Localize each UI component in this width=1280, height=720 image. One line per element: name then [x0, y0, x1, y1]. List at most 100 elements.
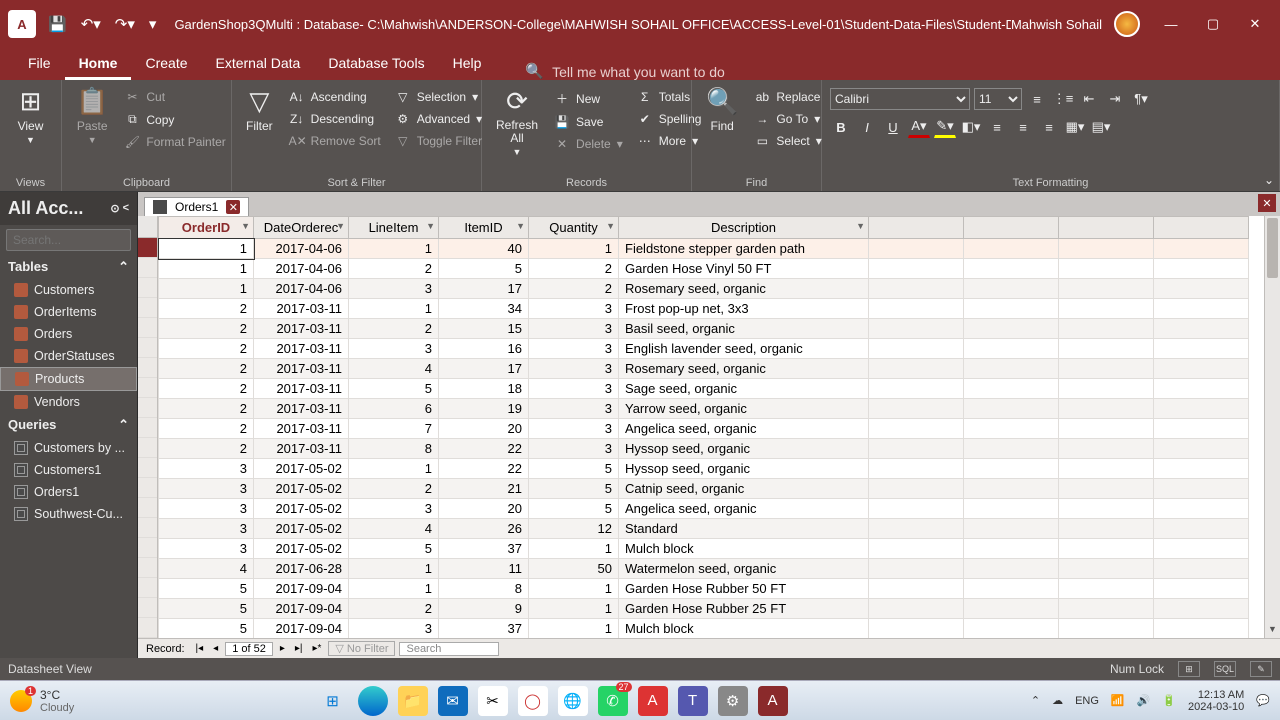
cell[interactable]: 2 — [159, 379, 254, 399]
new-record-button[interactable]: ▸* — [309, 643, 324, 654]
cell[interactable]: 2017-04-06 — [254, 239, 349, 259]
wifi-icon[interactable]: 📶 — [1111, 694, 1125, 707]
cell-blank[interactable] — [964, 559, 1059, 579]
table-row[interactable]: 22017-03-113163English lavender seed, or… — [159, 339, 1249, 359]
row-selector[interactable] — [138, 438, 157, 458]
cell-blank[interactable] — [1154, 539, 1249, 559]
undo-icon[interactable]: ↶▾ — [81, 15, 101, 33]
record-position[interactable]: 1 of 52 — [225, 642, 273, 656]
column-blank[interactable] — [964, 217, 1059, 239]
copy-button[interactable]: ⧉Copy — [120, 110, 229, 129]
query-customers-by-[interactable]: Customers by ... — [0, 437, 137, 459]
cell[interactable]: 50 — [529, 559, 619, 579]
table-row[interactable]: 12017-04-061401Fieldstone stepper garden… — [159, 239, 1249, 259]
cell[interactable]: 3 — [529, 419, 619, 439]
cell[interactable]: 2 — [349, 319, 439, 339]
align-right-icon[interactable]: ≡ — [1038, 116, 1060, 138]
cell[interactable]: 2 — [159, 359, 254, 379]
cell-blank[interactable] — [1154, 599, 1249, 619]
column-orderid[interactable]: OrderID▼ — [159, 217, 254, 239]
filter-button[interactable]: ▽Filter — [240, 84, 279, 135]
cell[interactable]: 9 — [439, 599, 529, 619]
cell[interactable]: 5 — [159, 619, 254, 639]
nav-search[interactable]: 🔍 — [6, 229, 131, 251]
record-search-input[interactable]: Search — [399, 642, 499, 656]
cell-blank[interactable] — [869, 599, 964, 619]
cell-blank[interactable] — [869, 359, 964, 379]
cell-blank[interactable] — [869, 299, 964, 319]
cell[interactable]: 2017-04-06 — [254, 259, 349, 279]
cell[interactable]: Rosemary seed, organic — [619, 279, 869, 299]
start-button[interactable]: ⊞ — [318, 686, 348, 716]
align-center-icon[interactable]: ≡ — [1012, 116, 1034, 138]
cell[interactable]: 37 — [439, 539, 529, 559]
snip-icon[interactable]: ✂ — [478, 686, 508, 716]
cell-blank[interactable] — [869, 399, 964, 419]
explorer-icon[interactable]: 📁 — [398, 686, 428, 716]
cell[interactable]: 2 — [349, 599, 439, 619]
cell[interactable]: 5 — [529, 499, 619, 519]
table-row[interactable]: 22017-03-112153Basil seed, organic — [159, 319, 1249, 339]
scroll-down-icon[interactable]: ▼ — [1265, 624, 1280, 638]
column-dropdown-icon[interactable]: ▼ — [516, 221, 525, 231]
cell[interactable]: 1 — [529, 619, 619, 639]
cell[interactable]: Standard — [619, 519, 869, 539]
next-record-button[interactable]: ▸ — [277, 643, 288, 654]
cell[interactable]: 8 — [439, 579, 529, 599]
cell[interactable]: 22 — [439, 439, 529, 459]
highlight-button[interactable]: ✎▾ — [934, 116, 956, 138]
row-selector[interactable] — [138, 298, 157, 318]
cell[interactable]: 1 — [349, 559, 439, 579]
table-row[interactable]: 22017-03-111343Frost pop-up net, 3x3 — [159, 299, 1249, 319]
cell[interactable]: 2 — [529, 279, 619, 299]
cell[interactable]: 17 — [439, 279, 529, 299]
cell-blank[interactable] — [869, 459, 964, 479]
design-view-button[interactable]: ✎ — [1250, 661, 1272, 677]
cell[interactable]: 2017-03-11 — [254, 379, 349, 399]
cell[interactable]: 2017-03-11 — [254, 319, 349, 339]
last-record-button[interactable]: ▸| — [292, 643, 306, 654]
cell[interactable]: 6 — [349, 399, 439, 419]
cell[interactable]: Rosemary seed, organic — [619, 359, 869, 379]
cell[interactable]: 37 — [439, 619, 529, 639]
cell-blank[interactable] — [1059, 299, 1154, 319]
whatsapp-icon[interactable]: ✆27 — [598, 686, 628, 716]
prev-record-button[interactable]: ◂ — [210, 643, 221, 654]
cell-blank[interactable] — [1154, 519, 1249, 539]
fill-button[interactable]: ◧▾ — [960, 116, 982, 138]
row-selector[interactable] — [138, 418, 157, 438]
cell[interactable]: 4 — [159, 559, 254, 579]
cell-blank[interactable] — [1154, 479, 1249, 499]
system-tray[interactable]: ⌃ ☁ ENG 📶 🔊 🔋 12:13 AM 2024-03-10 💬 — [1031, 689, 1270, 713]
cell[interactable]: Angelica seed, organic — [619, 499, 869, 519]
cell[interactable]: Garden Hose Rubber 25 FT — [619, 599, 869, 619]
cell-blank[interactable] — [1059, 319, 1154, 339]
cell[interactable]: 2017-03-11 — [254, 299, 349, 319]
cell-blank[interactable] — [964, 479, 1059, 499]
cell[interactable]: 2017-03-11 — [254, 439, 349, 459]
datasheet-view-button[interactable]: ⊞ — [1178, 661, 1200, 677]
toggle-filter-button[interactable]: ▽Toggle Filter — [391, 132, 486, 150]
column-dropdown-icon[interactable]: ▼ — [336, 221, 345, 231]
cell[interactable]: 2017-05-02 — [254, 459, 349, 479]
cell[interactable]: Watermelon seed, organic — [619, 559, 869, 579]
cell[interactable]: 2 — [349, 259, 439, 279]
cell-blank[interactable] — [869, 319, 964, 339]
cell-blank[interactable] — [964, 439, 1059, 459]
notifications-icon[interactable]: 💬 — [1256, 694, 1270, 707]
edge-icon[interactable] — [358, 686, 388, 716]
data-grid[interactable]: OrderID▼DateOrderec▼LineItem▼ItemID▼Quan… — [158, 216, 1249, 638]
text-dir-icon[interactable]: ¶▾ — [1130, 88, 1152, 110]
table-row[interactable]: 22017-03-114173Rosemary seed, organic — [159, 359, 1249, 379]
queries-section[interactable]: Queries⌃ — [0, 413, 137, 437]
row-selector[interactable] — [138, 498, 157, 518]
doc-tab-orders1[interactable]: Orders1 ✕ — [144, 197, 249, 216]
row-selector[interactable] — [138, 338, 157, 358]
table-orders[interactable]: Orders — [0, 323, 137, 345]
cell[interactable]: 2 — [159, 399, 254, 419]
cell-blank[interactable] — [1154, 439, 1249, 459]
column-blank[interactable] — [1154, 217, 1249, 239]
bullets-icon[interactable]: ≡ — [1026, 88, 1048, 110]
cell[interactable]: 3 — [349, 279, 439, 299]
cell[interactable]: 2 — [529, 259, 619, 279]
